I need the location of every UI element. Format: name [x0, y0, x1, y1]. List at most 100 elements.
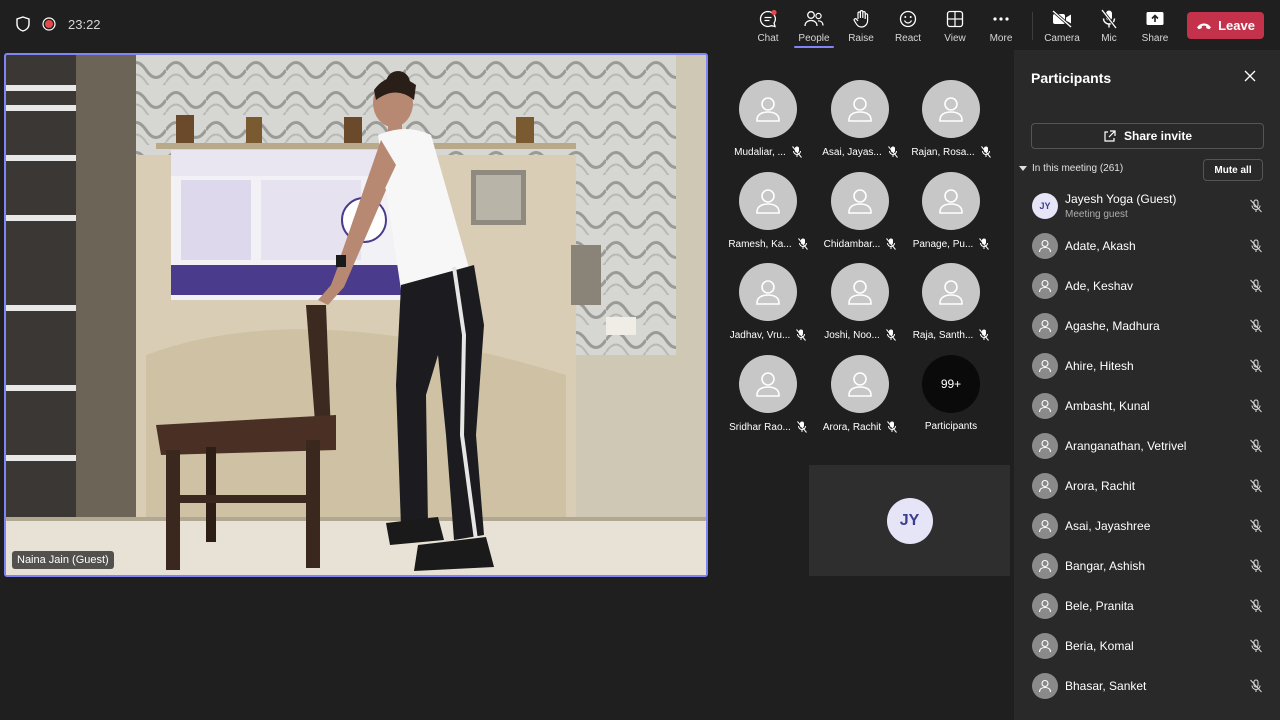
- gallery-tile[interactable]: Chidambar...: [815, 172, 905, 250]
- avatar: [831, 355, 889, 413]
- mic-muted-icon: [1250, 679, 1262, 693]
- participant-mic-status[interactable]: [1249, 319, 1263, 333]
- person-icon: [939, 280, 963, 305]
- participant-mic-status[interactable]: [1249, 679, 1263, 693]
- video-feed-image: [6, 55, 706, 575]
- view-button[interactable]: View: [933, 8, 977, 46]
- avatar: [739, 355, 797, 413]
- participant-row[interactable]: Ambasht, Kunal: [1014, 386, 1280, 426]
- participant-name: Bhasar, Sanket: [1065, 679, 1147, 693]
- participant-mic-status[interactable]: [1249, 559, 1263, 573]
- participant-mic-status[interactable]: [1249, 519, 1263, 533]
- chat-button[interactable]: Chat: [746, 8, 790, 46]
- participant-row[interactable]: Beria, Komal: [1014, 626, 1280, 666]
- participant-list: JY Jayesh Yoga (Guest) Meeting guest Adate,…: [1014, 186, 1280, 706]
- mic-off-icon: [1100, 8, 1118, 30]
- gallery-tile[interactable]: Rajan, Rosa...: [906, 80, 996, 158]
- main-video-tile[interactable]: Naina Jain (Guest): [4, 53, 708, 577]
- participant-mic-status[interactable]: [1249, 399, 1263, 413]
- more-icon: [992, 8, 1010, 30]
- gallery-tile[interactable]: Jadhav, Vru...: [723, 263, 813, 341]
- gallery-tile[interactable]: Arora, Rachit: [815, 355, 905, 433]
- gallery-tile[interactable]: Raja, Santh...: [906, 263, 996, 341]
- mic-muted-icon: [887, 421, 898, 433]
- participant-name: Beria, Komal: [1065, 639, 1134, 653]
- participant-row[interactable]: Aranganathan, Vetrivel: [1014, 426, 1280, 466]
- recording-icon: [42, 17, 56, 31]
- tile-name-label: Sridhar Rao...: [729, 421, 791, 433]
- avatar: [1032, 633, 1058, 659]
- react-button[interactable]: React: [886, 8, 930, 46]
- participant-row[interactable]: Bhasar, Sanket: [1014, 666, 1280, 706]
- mic-button[interactable]: Mic: [1087, 8, 1131, 46]
- person-icon: [939, 189, 963, 214]
- mic-muted-icon: [1250, 319, 1262, 333]
- gallery-tile[interactable]: Panage, Pu...: [906, 172, 996, 250]
- gallery-tile[interactable]: Asai, Jayas...: [815, 80, 905, 158]
- participant-mic-status[interactable]: [1249, 279, 1263, 293]
- meeting-timer: 23:22: [68, 16, 101, 32]
- tile-name-label: Arora, Rachit: [822, 421, 882, 433]
- overflow-participants-tile[interactable]: 99+ Participants: [906, 355, 996, 432]
- share-invite-button[interactable]: Share invite: [1031, 123, 1264, 149]
- participant-row[interactable]: Bele, Pranita: [1014, 586, 1280, 626]
- person-icon: [848, 372, 872, 397]
- share-button[interactable]: Share: [1133, 8, 1177, 46]
- avatar: [1032, 553, 1058, 579]
- tile-name-label: Rajan, Rosa...: [911, 146, 975, 158]
- tile-name-label: Asai, Jayas...: [822, 146, 882, 158]
- participant-mic-status[interactable]: [1249, 479, 1263, 493]
- participant-mic-status[interactable]: [1249, 439, 1263, 453]
- tile-name-label: Joshi, Noo...: [824, 329, 880, 341]
- mic-muted-icon: [1250, 239, 1262, 253]
- avatar: JY: [1032, 193, 1058, 219]
- participant-row[interactable]: Ade, Keshav: [1014, 266, 1280, 306]
- mute-all-button[interactable]: Mute all: [1203, 159, 1263, 181]
- participant-mic-status[interactable]: [1249, 199, 1263, 213]
- participant-row[interactable]: Bangar, Ashish: [1014, 546, 1280, 586]
- participant-mic-status[interactable]: [1249, 639, 1263, 653]
- gallery-tile[interactable]: Sridhar Rao...: [723, 355, 813, 433]
- avatar: [922, 80, 980, 138]
- shield-icon: [16, 16, 30, 32]
- mic-muted-icon: [885, 329, 896, 341]
- avatar: [1032, 233, 1058, 259]
- react-icon: [898, 8, 918, 30]
- close-panel-button[interactable]: [1244, 70, 1256, 82]
- person-icon: [1038, 519, 1052, 533]
- participant-row[interactable]: Asai, Jayashree: [1014, 506, 1280, 546]
- gallery-tile[interactable]: Ramesh, Ka...: [723, 172, 813, 250]
- more-button[interactable]: More: [979, 8, 1023, 46]
- avatar: [1032, 433, 1058, 459]
- leave-button[interactable]: Leave: [1187, 12, 1264, 39]
- mic-muted-icon: [797, 238, 808, 250]
- participant-row[interactable]: Adate, Akash: [1014, 226, 1280, 266]
- people-button[interactable]: People: [792, 8, 836, 48]
- participant-name: Asai, Jayashree: [1065, 519, 1151, 533]
- tile-name-label: Chidambar...: [823, 238, 881, 250]
- tile-name-label: Raja, Santh...: [912, 329, 974, 341]
- in-meeting-section-header[interactable]: In this meeting (261): [1019, 163, 1123, 174]
- avatar: [1032, 593, 1058, 619]
- avatar: [739, 172, 797, 230]
- raise-hand-icon: [851, 8, 871, 30]
- gallery-tile[interactable]: Mudaliar, ...: [723, 80, 813, 158]
- view-icon: [946, 8, 964, 30]
- participant-mic-status[interactable]: [1249, 599, 1263, 613]
- participant-row[interactable]: JY Jayesh Yoga (Guest) Meeting guest: [1014, 186, 1280, 226]
- avatar: [831, 80, 889, 138]
- gallery-tile[interactable]: Joshi, Noo...: [815, 263, 905, 341]
- avatar: [831, 172, 889, 230]
- participant-row[interactable]: Ahire, Hitesh: [1014, 346, 1280, 386]
- raise-hand-button[interactable]: Raise: [839, 8, 883, 46]
- participant-row[interactable]: Arora, Rachit: [1014, 466, 1280, 506]
- mic-muted-icon: [886, 238, 897, 250]
- participant-row[interactable]: Agashe, Madhura: [1014, 306, 1280, 346]
- participant-mic-status[interactable]: [1249, 359, 1263, 373]
- participant-mic-status[interactable]: [1249, 239, 1263, 253]
- self-view-tile[interactable]: JY: [809, 465, 1010, 576]
- overflow-label: Participants: [924, 421, 978, 432]
- mic-muted-icon: [796, 421, 807, 433]
- camera-button[interactable]: Camera: [1040, 8, 1084, 46]
- meeting-status: 23:22: [16, 16, 101, 32]
